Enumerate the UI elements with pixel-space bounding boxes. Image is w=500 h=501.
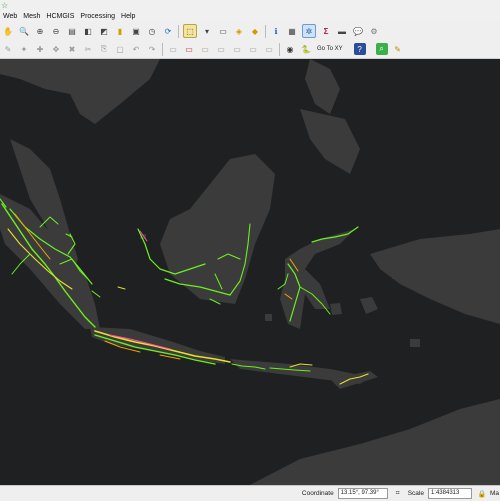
map-svg xyxy=(0,59,500,485)
separator xyxy=(178,24,179,38)
attribute-table-icon[interactable]: ▦ xyxy=(286,25,298,37)
measure-icon[interactable]: ▬ xyxy=(336,25,348,37)
label-text-icon[interactable]: ▭ xyxy=(263,43,275,55)
menu-item-mesh[interactable]: Mesh xyxy=(20,13,43,20)
plugin-globe-icon[interactable]: ◉ xyxy=(284,43,296,55)
menu-item-hcmgis[interactable]: HCMGIS xyxy=(43,13,77,20)
scale-label: Scale xyxy=(407,490,424,497)
magnifier-label: Ma xyxy=(489,490,499,497)
main-toolbar: ✋ 🔍 ⊕ ⊖ ▤ ◧ ◩ ▮ ▣ ◷ ⟳ ⬚ ▾ ▭ ◈ ◆ ℹ ▦ ✲ Σ … xyxy=(0,22,500,41)
gear-icon[interactable]: ⚙ xyxy=(368,25,380,37)
separator xyxy=(279,42,280,56)
sulawesi-land xyxy=(280,229,355,329)
philippines-luzon xyxy=(305,59,340,114)
save-icon[interactable]: ▣ xyxy=(130,25,142,37)
redo-icon[interactable]: ↷ xyxy=(146,43,158,55)
select-location-icon[interactable]: ◆ xyxy=(249,25,261,37)
app-logo-icon: ☆ xyxy=(1,1,9,10)
tools-icon[interactable]: ✎ xyxy=(392,43,404,55)
label-rotate-icon[interactable]: ▭ xyxy=(215,43,227,55)
zoom-layer-icon[interactable]: ▤ xyxy=(66,25,78,37)
coordinate-field[interactable]: 13.15°, 97.39° xyxy=(337,488,388,499)
help-icon[interactable]: ? xyxy=(353,43,366,55)
coordinate-label: Coordinate xyxy=(301,490,334,497)
zoom-last-icon[interactable]: ◩ xyxy=(98,25,110,37)
sum-icon[interactable]: Σ xyxy=(320,25,332,37)
paste-icon[interactable]: ▢ xyxy=(114,43,126,55)
select-value-icon[interactable]: ◈ xyxy=(233,25,245,37)
select-icon[interactable]: ⬚ xyxy=(183,24,197,38)
deselect-icon[interactable]: ▭ xyxy=(217,25,229,37)
zoom-in-icon[interactable]: ⊕ xyxy=(34,25,46,37)
zoom-selection-icon[interactable]: ◧ xyxy=(82,25,94,37)
scale-field[interactable]: 1:4384313 xyxy=(427,488,472,499)
borneo-land xyxy=(160,154,275,304)
zoom-out-icon[interactable]: ⊖ xyxy=(50,25,62,37)
label-pin-icon[interactable]: ▭ xyxy=(183,43,195,55)
label-move-icon[interactable]: ▭ xyxy=(199,43,211,55)
road-bangka xyxy=(91,290,101,298)
label-icon[interactable]: ▭ xyxy=(167,43,179,55)
lock-scale-icon[interactable]: 🔒 xyxy=(476,488,488,500)
menu-item-help[interactable]: Help xyxy=(118,13,138,20)
philippines-south xyxy=(300,109,360,174)
cut-icon[interactable]: ✂ xyxy=(82,43,94,55)
select-dropdown-icon[interactable]: ▾ xyxy=(201,25,213,37)
new-guinea-land xyxy=(370,229,500,324)
identify-icon[interactable]: ℹ xyxy=(270,25,282,37)
delete-icon[interactable]: ✖ xyxy=(66,43,78,55)
add-feature-icon[interactable]: ✚ xyxy=(34,43,46,55)
copy-icon[interactable]: ⎘ xyxy=(98,43,110,55)
python-icon[interactable]: 🐍 xyxy=(300,43,312,55)
clock-icon[interactable]: ◷ xyxy=(146,25,158,37)
secondary-toolbar: ✎ ✦ ✚ ✥ ✖ ✂ ⎘ ▢ ↶ ↷ ▭ ▭ ▭ ▭ ▭ ▭ ▭ ◉ 🐍 Go… xyxy=(0,40,500,59)
label-change-icon[interactable]: ▭ xyxy=(247,43,259,55)
undo-icon[interactable]: ↶ xyxy=(130,43,142,55)
menu-item-web[interactable]: Web xyxy=(0,13,20,20)
go-to-xy-button[interactable]: Go To XY xyxy=(317,46,343,52)
australia-land xyxy=(250,399,500,485)
annotation-icon[interactable]: 💬 xyxy=(352,25,364,37)
settings-icon[interactable]: ✲ xyxy=(302,24,316,38)
window-title-bar: ☆ xyxy=(0,0,500,10)
road-belitung xyxy=(117,286,126,290)
vertex-icon[interactable]: ✦ xyxy=(18,43,30,55)
bookmark-icon[interactable]: ▮ xyxy=(114,25,126,37)
mainland-asia xyxy=(0,59,160,124)
separator xyxy=(265,24,266,38)
menu-bar: Web Mesh HCMGIS Processing Help xyxy=(0,10,500,22)
move-feature-icon[interactable]: ✥ xyxy=(50,43,62,55)
separator xyxy=(162,42,163,56)
digitize-icon[interactable]: ✎ xyxy=(2,43,14,55)
zoom-icon[interactable]: 🔍 xyxy=(18,25,30,37)
toggle-extents-icon[interactable]: ⌗ xyxy=(392,488,404,500)
search-icon[interactable]: ⌕ xyxy=(375,43,388,55)
pan-icon[interactable]: ✋ xyxy=(2,25,14,37)
map-canvas[interactable] xyxy=(0,59,500,485)
land-layer xyxy=(0,59,500,485)
status-bar: Coordinate 13.15°, 97.39° ⌗ Scale 1:4384… xyxy=(0,485,500,501)
label-show-icon[interactable]: ▭ xyxy=(231,43,243,55)
refresh-icon[interactable]: ⟳ xyxy=(162,25,174,37)
menu-item-processing[interactable]: Processing xyxy=(77,13,118,20)
